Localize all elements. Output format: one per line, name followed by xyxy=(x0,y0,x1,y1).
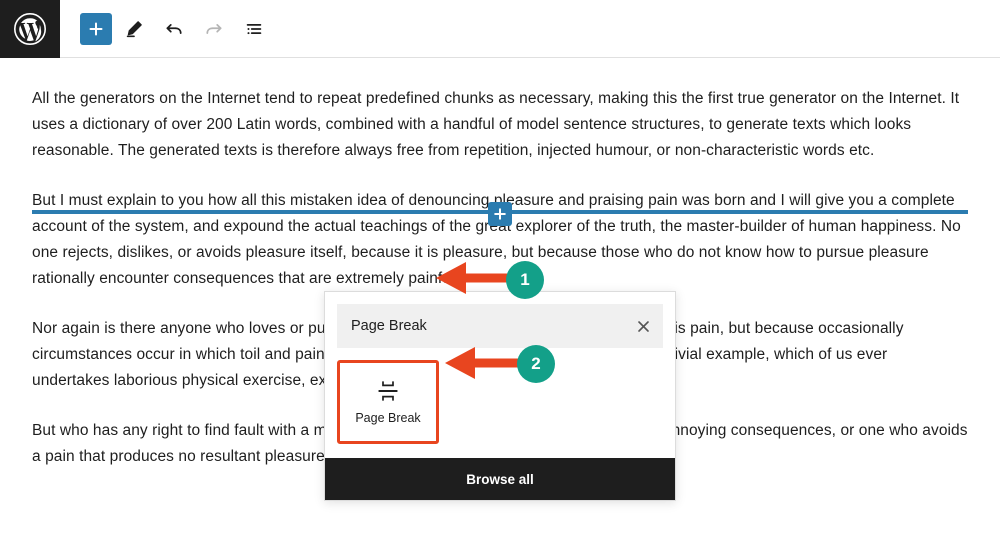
toolbar-button-group xyxy=(80,11,272,47)
undo-button[interactable] xyxy=(156,11,192,47)
block-inserter-popover: Page Break Browse all xyxy=(324,291,676,501)
tools-button[interactable] xyxy=(116,11,152,47)
block-item-label: Page Break xyxy=(355,410,421,425)
search-field-row xyxy=(337,304,663,348)
close-x-icon[interactable] xyxy=(623,304,663,348)
redo-button[interactable] xyxy=(196,11,232,47)
list-view-button[interactable] xyxy=(236,11,272,47)
inserter-search-area xyxy=(325,292,675,354)
paragraph-block[interactable]: All the generators on the Internet tend … xyxy=(32,86,968,164)
page-break-icon xyxy=(378,380,398,402)
annotation-badge-2: 2 xyxy=(517,345,555,383)
search-input[interactable] xyxy=(337,304,623,348)
block-item-page-break[interactable]: Page Break xyxy=(337,360,439,444)
add-block-button[interactable] xyxy=(80,12,112,45)
browse-all-button[interactable]: Browse all xyxy=(325,458,675,500)
editor-canvas[interactable]: All the generators on the Internet tend … xyxy=(0,58,1000,560)
annotation-badge-1: 1 xyxy=(506,261,544,299)
insertion-add-block-button[interactable] xyxy=(488,202,512,226)
inserter-results: Page Break xyxy=(325,354,675,458)
block-results-grid: Page Break xyxy=(337,360,663,444)
wordpress-logo-icon[interactable] xyxy=(0,0,60,58)
wordpress-editor-screen: All the generators on the Internet tend … xyxy=(0,0,1000,560)
editor-toolbar xyxy=(0,0,1000,58)
